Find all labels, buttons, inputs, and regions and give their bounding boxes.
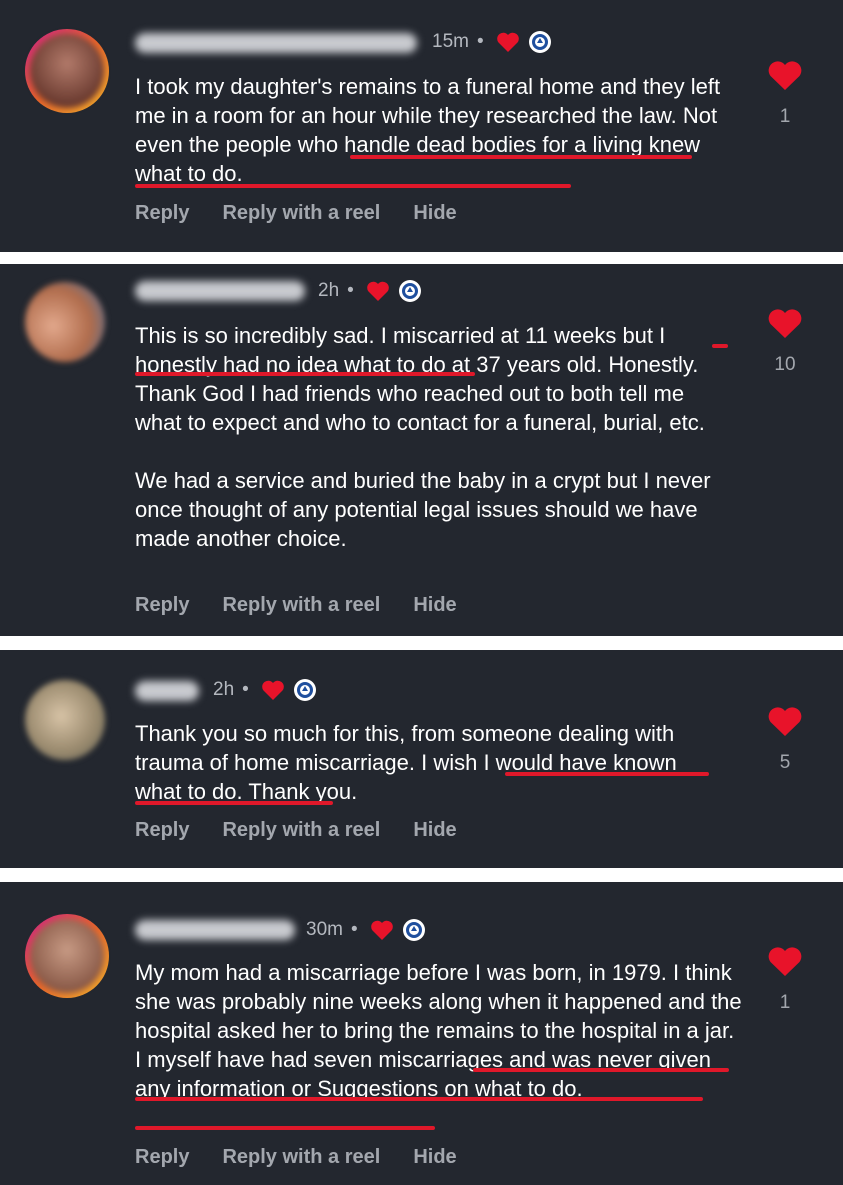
reply-with-reel-button[interactable]: Reply with a reel xyxy=(222,594,380,617)
top-fan-badge-icon xyxy=(398,280,421,302)
reply-with-reel-button[interactable]: Reply with a reel xyxy=(222,1146,380,1169)
reply-with-reel-button[interactable]: Reply with a reel xyxy=(222,202,380,225)
like-column: 5 xyxy=(765,706,805,774)
comment-meta: 2h • xyxy=(318,279,422,303)
comment-time[interactable]: 2h xyxy=(213,679,234,701)
heart-icon xyxy=(370,920,393,940)
like-count: 5 xyxy=(779,752,791,773)
top-fan-badge-icon xyxy=(528,31,551,53)
avatar[interactable] xyxy=(25,680,105,760)
comment-paragraph: This is so incredibly sad. I miscarried … xyxy=(135,323,705,435)
like-column: 1 xyxy=(765,946,805,1014)
comment-card: 15m • I took my daughter's remains to a … xyxy=(0,0,843,252)
comment-time[interactable]: 30m xyxy=(306,919,343,941)
heart-icon xyxy=(496,32,519,52)
heart-icon xyxy=(366,281,389,301)
avatar[interactable] xyxy=(25,282,105,362)
heart-icon[interactable] xyxy=(767,706,803,738)
reply-button[interactable]: Reply xyxy=(135,819,189,842)
comment-text: This is so incredibly sad. I miscarried … xyxy=(135,321,735,553)
heart-icon xyxy=(261,680,284,700)
heart-icon[interactable] xyxy=(767,308,803,340)
highlight-underline xyxy=(135,372,475,376)
commenter-name-redacted[interactable] xyxy=(135,281,305,301)
comment-card: 2h • Thank you so much for this, from so… xyxy=(0,650,843,868)
like-column: 10 xyxy=(765,308,805,376)
comment-paragraph: I took my daughter's remains to a funera… xyxy=(135,74,721,186)
hide-button[interactable]: Hide xyxy=(413,202,456,225)
heart-icon[interactable] xyxy=(767,60,803,92)
commenter-name-redacted[interactable] xyxy=(135,920,295,940)
reply-with-reel-button[interactable]: Reply with a reel xyxy=(222,819,380,842)
highlight-underline xyxy=(135,1097,703,1101)
heart-icon[interactable] xyxy=(767,946,803,978)
hide-button[interactable]: Hide xyxy=(413,594,456,617)
comment-actions: Reply Reply with a reel Hide xyxy=(135,1146,490,1169)
top-fan-badge-icon xyxy=(402,919,425,941)
comment-actions: Reply Reply with a reel Hide xyxy=(135,819,490,842)
comment-paragraph: My mom had a miscarriage before I was bo… xyxy=(135,960,742,1101)
like-column: 1 xyxy=(765,60,805,128)
commenter-name-redacted[interactable] xyxy=(135,33,417,53)
comment-meta: 30m • xyxy=(306,918,426,942)
highlight-underline xyxy=(505,772,709,776)
like-count: 1 xyxy=(779,992,791,1013)
comment-time[interactable]: 15m xyxy=(432,31,469,53)
comment-card: 30m • My mom had a miscarriage before I … xyxy=(0,882,843,1185)
comment-paragraph: Thank you so much for this, from someone… xyxy=(135,721,677,804)
like-count: 10 xyxy=(774,354,796,375)
hide-button[interactable]: Hide xyxy=(413,819,456,842)
reply-button[interactable]: Reply xyxy=(135,594,189,617)
reply-button[interactable]: Reply xyxy=(135,202,189,225)
comment-actions: Reply Reply with a reel Hide xyxy=(135,202,490,225)
highlight-underline xyxy=(712,344,728,348)
highlight-underline xyxy=(135,184,571,188)
highlight-underline xyxy=(350,155,692,159)
avatar[interactable] xyxy=(25,914,109,998)
avatar[interactable] xyxy=(25,29,109,113)
hide-button[interactable]: Hide xyxy=(413,1146,456,1169)
comment-meta: 2h • xyxy=(213,678,317,702)
top-fan-badge-icon xyxy=(293,679,316,701)
comment-paragraph: We had a service and buried the baby in … xyxy=(135,468,711,551)
comment-time[interactable]: 2h xyxy=(318,280,339,302)
highlight-underline xyxy=(135,801,333,805)
comment-text: I took my daughter's remains to a funera… xyxy=(135,72,735,188)
comment-text: Thank you so much for this, from someone… xyxy=(135,719,725,806)
highlight-underline xyxy=(473,1068,729,1072)
highlight-underline xyxy=(135,1126,435,1130)
comment-text: My mom had a miscarriage before I was bo… xyxy=(135,958,745,1103)
comment-card: 2h • This is so incredibly sad. I miscar… xyxy=(0,264,843,636)
reply-button[interactable]: Reply xyxy=(135,1146,189,1169)
comment-meta: 15m • xyxy=(432,30,552,54)
comment-actions: Reply Reply with a reel Hide xyxy=(135,594,490,617)
commenter-name-redacted[interactable] xyxy=(135,681,199,701)
like-count: 1 xyxy=(779,106,791,127)
